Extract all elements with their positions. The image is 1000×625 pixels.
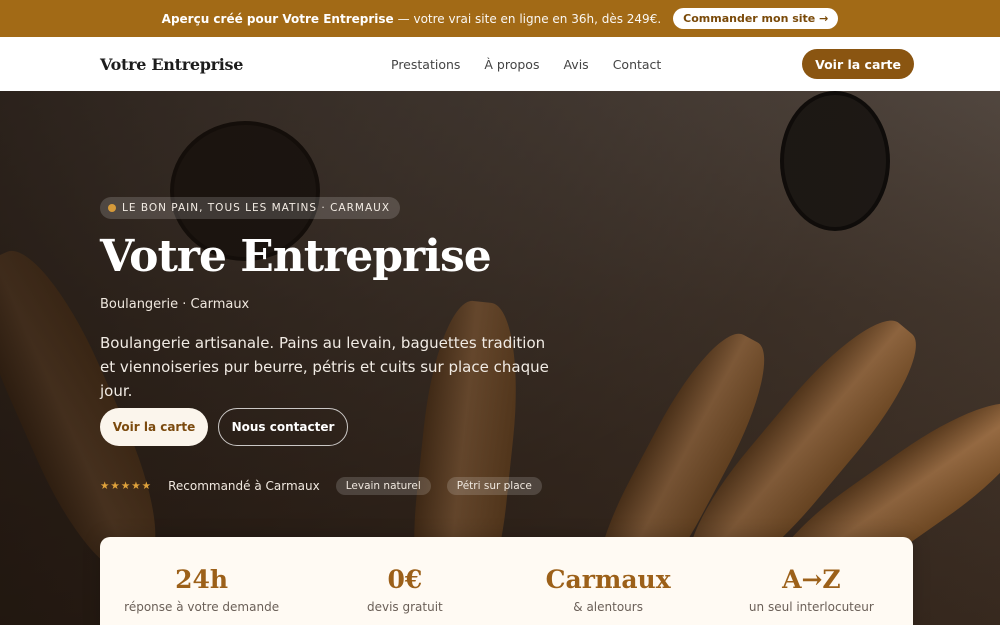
hero-title: Votre Entreprise — [100, 231, 492, 282]
stat-label: & alentours — [573, 600, 643, 614]
stat-value: A→Z — [782, 565, 841, 594]
nav-link-prestations[interactable]: Prestations — [391, 57, 460, 72]
stat-value: Carmaux — [545, 565, 671, 594]
stat-item: 0€ devis gratuit — [303, 537, 506, 625]
eyebrow-text: LE BON PAIN, TOUS LES MATINS · CARMAUX — [122, 202, 391, 214]
hero-subtitle: Boulangerie · Carmaux — [100, 297, 250, 312]
trust-row: ★★★★★ Recommandé à Carmaux Levain nature… — [100, 477, 542, 495]
nav-link-avis[interactable]: Avis — [563, 57, 588, 72]
hero-eyebrow: LE BON PAIN, TOUS LES MATINS · CARMAUX — [100, 197, 401, 219]
stat-item: 24h réponse à votre demande — [100, 537, 303, 625]
stat-value: 0€ — [387, 565, 423, 594]
stat-label: un seul interlocuteur — [748, 600, 874, 614]
nav-links: Prestations À propos Avis Contact — [391, 57, 661, 72]
nav-link-a-propos[interactable]: À propos — [484, 57, 539, 72]
order-site-button[interactable]: Commander mon site → — [673, 8, 839, 29]
stat-label: devis gratuit — [366, 600, 443, 614]
stats-card: 24h réponse à votre demande 0€ devis gra… — [100, 537, 913, 625]
nav-link-contact[interactable]: Contact — [613, 57, 662, 72]
stat-value: 24h — [175, 565, 229, 594]
dot-icon — [108, 204, 116, 212]
recommended-text: Recommandé à Carmaux — [168, 479, 320, 493]
tag-chip-levain: Levain naturel — [335, 477, 431, 495]
promo-headline: Aperçu créé pour Votre Entreprise — [161, 11, 394, 26]
nav-menu-button[interactable]: Voir la carte — [802, 49, 914, 79]
stat-item: Carmaux & alentours — [507, 537, 710, 625]
top-navigation: Votre Entreprise Prestations À propos Av… — [0, 37, 1000, 91]
hero-description: Boulangerie artisanale. Pains au levain,… — [100, 334, 549, 400]
brand-logo[interactable]: Votre Entreprise — [100, 55, 243, 74]
promo-text: — votre vrai site en ligne en 36h, dès 2… — [397, 11, 662, 26]
stat-label: réponse à votre demande — [124, 600, 280, 614]
rating-stars-icon: ★★★★★ — [100, 480, 153, 492]
tag-chip-petri: Pétri sur place — [446, 477, 542, 495]
contact-button[interactable]: Nous contacter — [218, 408, 348, 446]
view-menu-button[interactable]: Voir la carte — [100, 408, 208, 446]
promo-bar: Aperçu créé pour Votre Entreprise — votr… — [0, 0, 1000, 37]
stat-item: A→Z un seul interlocuteur — [710, 537, 913, 625]
